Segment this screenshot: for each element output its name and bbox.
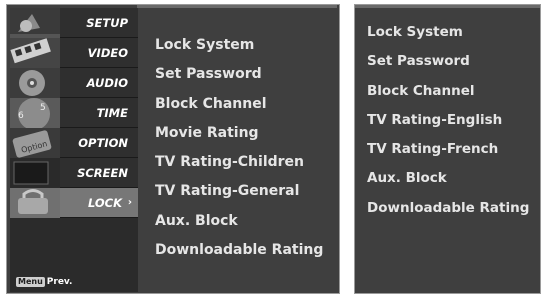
screen-icon xyxy=(10,158,60,188)
menu-item-aux-block[interactable]: Aux. Block xyxy=(367,164,529,193)
menu-item-lock-system[interactable]: Lock System xyxy=(367,18,529,47)
menu-item-tv-rating-children[interactable]: TV Rating-Children xyxy=(155,148,323,177)
clock-icon: 6 5 xyxy=(10,98,60,128)
sidebar-item-screen[interactable]: SCREEN xyxy=(10,158,138,188)
sidebar-label: OPTION xyxy=(78,136,128,150)
sidebar-item-setup[interactable]: SETUP xyxy=(10,8,138,38)
sidebar-item-video[interactable]: VIDEO xyxy=(10,38,138,68)
osd-panel-left: SETUP VIDEO AUDIO 6 5 TIME Option OPTION… xyxy=(6,4,340,294)
satellite-dish-icon xyxy=(10,8,60,38)
osd-panel-right: Lock System Set Password Block Channel T… xyxy=(354,4,541,294)
prev-label: Prev. xyxy=(46,277,73,287)
sidebar-item-lock[interactable]: LOCK › xyxy=(10,188,138,218)
svg-text:5: 5 xyxy=(40,103,46,113)
sidebar-item-option[interactable]: Option OPTION xyxy=(10,128,138,158)
sidebar-label: SCREEN xyxy=(77,166,128,180)
menu-item-block-channel[interactable]: Block Channel xyxy=(155,90,323,119)
top-strip xyxy=(137,5,337,8)
prev-hint: Menu Prev. xyxy=(16,277,72,287)
sidebar-label: AUDIO xyxy=(86,76,128,90)
menu-item-tv-rating-english[interactable]: TV Rating-English xyxy=(367,106,529,135)
video-film-icon xyxy=(10,38,60,68)
chevron-right-icon: › xyxy=(127,197,132,208)
menu-item-tv-rating-french[interactable]: TV Rating-French xyxy=(367,135,529,164)
option-tag-icon: Option xyxy=(10,128,60,158)
svg-text:6: 6 xyxy=(18,111,24,121)
menu-item-downloadable-rating[interactable]: Downloadable Rating xyxy=(155,236,323,265)
menu-item-tv-rating-general[interactable]: TV Rating-General xyxy=(155,177,323,206)
menu-item-set-password[interactable]: Set Password xyxy=(155,60,323,89)
lock-submenu-left: Lock System Set Password Block Channel M… xyxy=(155,31,323,265)
menu-item-lock-system[interactable]: Lock System xyxy=(155,31,323,60)
sidebar-label: TIME xyxy=(96,106,128,120)
menu-item-movie-rating[interactable]: Movie Rating xyxy=(155,119,323,148)
top-strip xyxy=(355,5,540,8)
lock-submenu-right: Lock System Set Password Block Channel T… xyxy=(367,18,529,223)
sidebar-item-audio[interactable]: AUDIO xyxy=(10,68,138,98)
sidebar-label: VIDEO xyxy=(87,46,128,60)
lock-icon xyxy=(10,188,60,218)
menu-item-block-channel[interactable]: Block Channel xyxy=(367,77,529,106)
menu-item-aux-block[interactable]: Aux. Block xyxy=(155,207,323,236)
menu-item-set-password[interactable]: Set Password xyxy=(367,47,529,76)
sidebar-label: SETUP xyxy=(86,16,128,30)
main-menu-sidebar: SETUP VIDEO AUDIO 6 5 TIME Option OPTION… xyxy=(10,8,138,292)
menu-key-icon: Menu xyxy=(16,277,45,287)
sidebar-item-time[interactable]: 6 5 TIME xyxy=(10,98,138,128)
audio-disc-icon xyxy=(10,68,60,98)
sidebar-label: LOCK xyxy=(87,196,122,210)
menu-item-downloadable-rating[interactable]: Downloadable Rating xyxy=(367,194,529,223)
